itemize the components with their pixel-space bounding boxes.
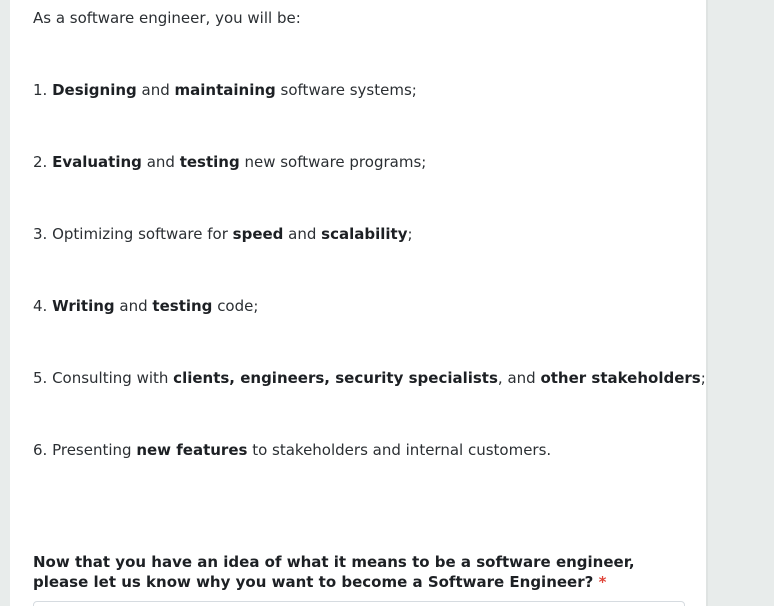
item-bold-1: Designing [52,81,137,99]
item-text-2: new software programs; [239,153,427,171]
form-card: As a software engineer, you will be: 1. … [10,0,706,606]
list-item: 2. Evaluating and testing new software p… [33,152,426,172]
item-number: 3. Optimizing software for [33,225,233,243]
item-bold-1: Evaluating [52,153,142,171]
list-item: 3. Optimizing software for speed and sca… [33,224,413,244]
list-item: 4. Writing and testing code; [33,296,258,316]
intro-text: As a software engineer, you will be: [33,9,301,27]
list-item: 6. Presenting new features to stakeholde… [33,440,551,460]
item-bold-1: new features [136,441,248,459]
item-number: 4. [33,297,53,315]
item-number: 2. [33,153,53,171]
left-gutter [0,0,10,606]
right-divider [706,0,708,606]
item-bold-1: speed [232,225,284,243]
item-bold-2: testing [152,297,213,315]
item-bold-2: other stakeholders [540,369,701,387]
item-number: 6. Presenting [33,441,137,459]
item-bold-2: scalability [321,225,408,243]
item-text-1: and [283,225,322,243]
item-bold-1: Writing [52,297,115,315]
item-text-2: software systems; [275,81,417,99]
item-text-1: and [114,297,153,315]
item-text-2: ; [407,225,413,243]
item-bold-2: testing [179,153,240,171]
item-number: 5. Consulting with [33,369,174,387]
question-label: Now that you have an idea of what it mea… [33,552,693,592]
item-text-1: , and [497,369,541,387]
item-text-1: and [136,81,175,99]
question-text: Now that you have an idea of what it mea… [33,553,635,591]
item-text-2: code; [212,297,259,315]
item-bold-1: clients, engineers, security specialists [173,369,498,387]
item-text-1: to stakeholders and internal customers. [247,441,552,459]
required-asterisk: * [598,573,607,591]
list-item: 5. Consulting with clients, engineers, s… [33,368,706,388]
item-bold-2: maintaining [174,81,276,99]
answer-textarea[interactable] [33,601,685,606]
item-number: 1. [33,81,53,99]
list-item: 1. Designing and maintaining software sy… [33,80,417,100]
item-text-1: and [141,153,180,171]
